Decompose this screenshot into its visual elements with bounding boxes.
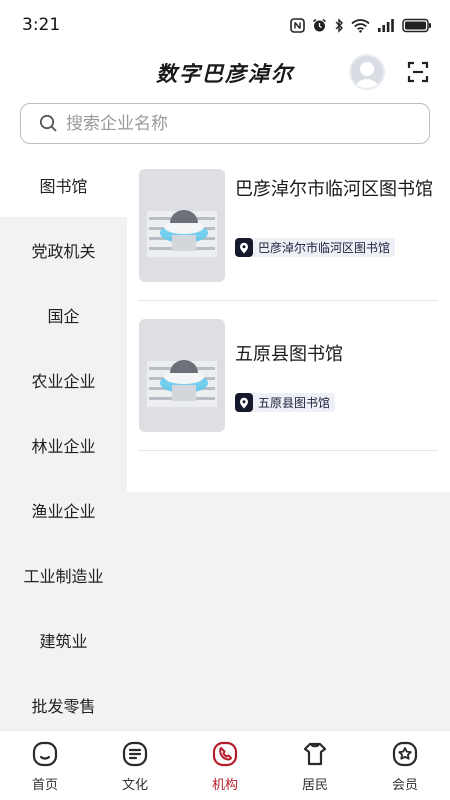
sidebar-item-label: 渔业企业 (31, 501, 96, 521)
location-pin-icon (235, 393, 253, 412)
sidebar-item-manufacturing[interactable]: 工业制造业 (0, 542, 127, 607)
sidebar-item-construction[interactable]: 建筑业 (0, 607, 127, 672)
sidebar-item-label: 工业制造业 (23, 566, 104, 586)
sidebar-item-label: 批发零售 (31, 696, 96, 716)
tab-resident[interactable]: 居民 (270, 731, 360, 800)
sidebar-item-party-government[interactable]: 党政机关 (0, 217, 127, 282)
sidebar-item-label: 国企 (47, 306, 80, 326)
tab-member[interactable]: 会员 (360, 731, 450, 800)
resident-icon (303, 742, 327, 766)
institution-icon (212, 741, 238, 767)
tab-home[interactable]: 首页 (0, 731, 90, 800)
alarm-icon (313, 18, 326, 31)
sidebar-item-agriculture[interactable]: 农业企业 (0, 347, 127, 412)
category-sidebar: 图书馆 党政机关 国企 农业企业 林业企业 渔业企业 工业制造业 建筑业 批发零… (0, 152, 127, 730)
home-icon (32, 741, 58, 767)
tab-label: 文化 (121, 778, 148, 793)
tab-label: 居民 (301, 778, 328, 793)
location-tag: 巴彦淖尔市临河区图书馆 (235, 238, 396, 257)
app-header: 数字巴彦淖尔 (0, 50, 450, 98)
tab-institution[interactable]: 机构 (180, 731, 270, 800)
main-area: 图书馆 党政机关 国企 农业企业 林业企业 渔业企业 工业制造业 建筑业 批发零… (0, 152, 450, 730)
bluetooth-icon (335, 17, 343, 33)
library-image (139, 319, 225, 432)
library-image (139, 169, 225, 282)
library-title: 巴彦淖尔市临河区图书馆 (235, 179, 433, 200)
location-tag: 五原县图书馆 (235, 393, 336, 412)
location-tag-label: 五原县图书馆 (258, 396, 331, 410)
avatar[interactable] (349, 54, 385, 90)
sidebar-item-forestry[interactable]: 林业企业 (0, 412, 127, 477)
signal-icon (378, 19, 394, 32)
tab-label: 首页 (31, 778, 58, 793)
sidebar-item-label: 党政机关 (31, 241, 96, 261)
bottom-tab-bar: 首页 文化 机构 居民 会员 (0, 730, 450, 800)
tab-label: 会员 (391, 778, 418, 793)
battery-icon (402, 18, 431, 32)
tab-culture[interactable]: 文化 (90, 731, 180, 800)
sidebar-item-label: 农业企业 (31, 371, 96, 391)
location-pin-icon (235, 238, 253, 257)
status-time: 3:21 (22, 15, 61, 35)
scan-icon[interactable] (406, 60, 430, 84)
list-item[interactable]: 五原县图书馆 五原县图书馆 (138, 301, 438, 451)
location-tag-label: 巴彦淖尔市临河区图书馆 (258, 241, 391, 255)
nfc-icon (290, 17, 305, 33)
sidebar-item-fishery[interactable]: 渔业企业 (0, 477, 127, 542)
sidebar-item-label: 林业企业 (31, 436, 96, 456)
search-icon (39, 114, 57, 132)
list-item[interactable]: 巴彦淖尔市临河区图书馆 巴彦淖尔市临河区图书馆 (138, 152, 438, 301)
sidebar-item-wholesale-retail[interactable]: 批发零售 (0, 672, 127, 737)
library-title: 五原县图书馆 (235, 344, 343, 365)
search-box[interactable] (20, 103, 430, 144)
sidebar-item-label: 图书馆 (39, 176, 88, 196)
sidebar-item-library[interactable]: 图书馆 (0, 152, 127, 217)
culture-icon (122, 741, 148, 767)
sidebar-item-state-enterprise[interactable]: 国企 (0, 282, 127, 347)
library-list: 巴彦淖尔市临河区图书馆 巴彦淖尔市临河区图书馆 五原县图书馆 五原县图书馆 (127, 152, 450, 492)
search-input[interactable] (66, 113, 396, 134)
wifi-icon (351, 18, 370, 33)
member-icon (392, 741, 418, 767)
status-bar: 3:21 (0, 0, 450, 50)
sidebar-item-label: 建筑业 (39, 631, 88, 651)
tab-label: 机构 (211, 778, 238, 793)
status-icons (290, 17, 432, 33)
